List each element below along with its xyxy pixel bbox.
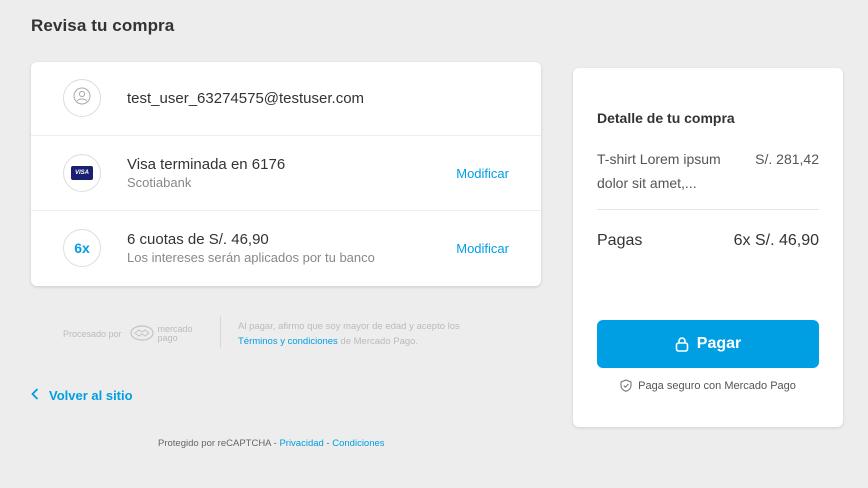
legal-text-after: de Mercado Pago.	[337, 336, 419, 347]
page-title: Revisa tu compra	[31, 16, 175, 35]
legal-text: Al pagar, afirmo que soy mayor de edad y…	[238, 319, 498, 349]
product-price: S/. 281,42	[755, 151, 819, 167]
lock-icon	[675, 336, 689, 352]
handshake-icon	[129, 325, 154, 343]
pay-label: Pagas	[597, 232, 643, 249]
terms-link[interactable]: Términos y condiciones	[238, 336, 338, 347]
recaptcha-prefix: Protegido por reCAPTCHA -	[158, 438, 280, 449]
summary-title: Detalle de tu compra	[597, 110, 735, 126]
account-email: test_user_63274575@testuser.com	[127, 90, 365, 107]
conditions-link[interactable]: Condiciones	[332, 438, 384, 449]
card-label: Visa terminada en 6176	[127, 156, 286, 173]
mercado-pago-wordmark: mercado pago	[158, 325, 193, 343]
secure-payment-note: Paga seguro con Mercado Pago	[573, 379, 843, 392]
modify-installments-link[interactable]: Modificar	[456, 241, 509, 256]
installments-note: Los intereses serán aplicados por tu ban…	[127, 250, 375, 265]
recaptcha-notice: Protegido por reCAPTCHA - Privacidad - C…	[158, 438, 385, 449]
card-bank: Scotiabank	[127, 175, 192, 190]
processed-by: Procesado por mercado pago	[63, 318, 193, 350]
card-text: Visa terminada en 6176 Scotiabank	[127, 156, 285, 190]
visa-card-icon: VISA	[71, 166, 93, 180]
installments-badge: 6x	[74, 240, 90, 256]
divider	[220, 316, 221, 348]
secure-label: Paga seguro con Mercado Pago	[638, 379, 796, 392]
payment-method-row: VISA Visa terminada en 6176 Scotiabank M…	[31, 136, 541, 211]
mercado-pago-logo: mercado pago	[129, 325, 193, 343]
pay-value: 6x S/. 46,90	[733, 232, 819, 249]
legal-text-before: Al pagar, afirmo que soy mayor de edad y…	[238, 321, 460, 332]
account-text: test_user_63274575@testuser.com	[127, 90, 364, 107]
purchase-summary: Detalle de tu compra T-shirt Lorem ipsum…	[573, 68, 843, 427]
back-to-site-link[interactable]: Volver al sitio	[31, 387, 133, 403]
card-brand-circle: VISA	[63, 154, 101, 192]
recaptcha-dash: -	[323, 438, 333, 449]
avatar	[63, 79, 101, 117]
modify-card-link[interactable]: Modificar	[456, 166, 509, 181]
logo-line-2: pago	[157, 333, 178, 343]
shield-icon	[620, 379, 632, 392]
account-row: test_user_63274575@testuser.com	[31, 62, 541, 136]
product-name: T-shirt Lorem ipsum dolor sit amet,...	[597, 151, 721, 191]
chevron-left-icon	[31, 387, 39, 403]
pay-button-label: Pagar	[696, 335, 742, 352]
pay-button[interactable]: Pagar	[597, 320, 819, 368]
installments-circle: 6x	[63, 229, 101, 267]
privacy-link[interactable]: Privacidad	[279, 438, 323, 449]
installments-row: 6x 6 cuotas de S/. 46,90 Los intereses s…	[31, 211, 541, 286]
back-label: Volver al sitio	[49, 387, 133, 403]
processed-prefix: Procesado por	[63, 329, 122, 339]
installments-text: 6 cuotas de S/. 46,90 Los intereses será…	[127, 231, 375, 265]
installments-label: 6 cuotas de S/. 46,90	[127, 231, 269, 248]
review-card: test_user_63274575@testuser.com VISA Vis…	[31, 62, 541, 286]
user-icon	[73, 87, 91, 110]
summary-divider	[597, 209, 819, 210]
